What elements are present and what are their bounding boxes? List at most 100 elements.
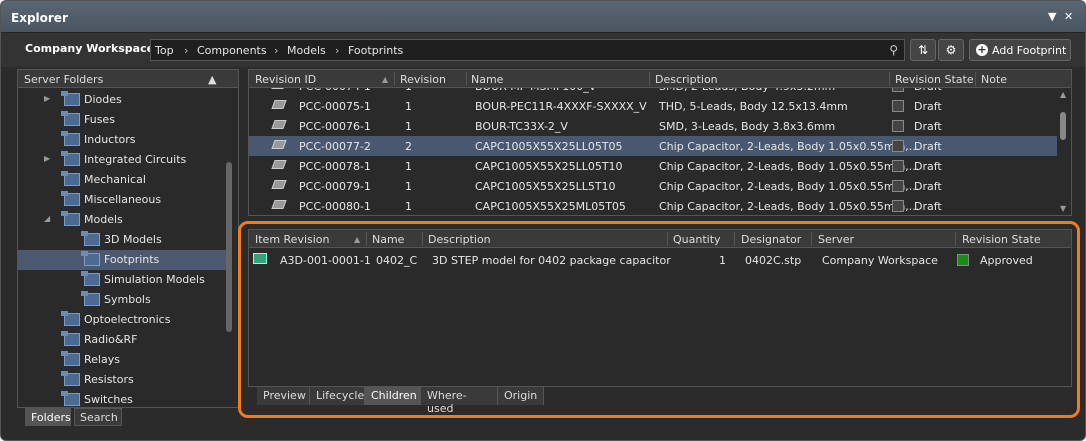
cell-revision: 2 [405,140,412,153]
breadcrumb-top[interactable]: Top [155,44,174,57]
table-row[interactable]: PCC-00075-1 1 BOUR-PEC11R-4XXXF-SXXXX_V THD… [249,96,1057,116]
tab-folders[interactable]: Folders [25,408,71,426]
explorer-window: Explorer ▼ ✕ Company Workspace ▾ Top › C… [0,0,1086,441]
sidebar-item-resistors[interactable]: Resistors [18,370,228,390]
pin-icon[interactable]: ▼ [1048,10,1056,23]
folder-icon [61,391,80,406]
window-title: Explorer [11,11,68,25]
cell-item-revision: A3D-001-0001-1 [280,254,371,267]
cell-revision: 1 [405,88,412,93]
revisions-rows: PCC-00074-1 1 BOUR-MF-MSMF100_V SMD, 2-Lead… [249,88,1057,216]
revisions-scrollbar[interactable] [1060,112,1066,140]
folder-icon [61,331,80,346]
scroll-up-icon[interactable]: ▲ [1060,90,1066,99]
children-grid: Item Revision ▲ Name Description Quantit… [248,229,1072,387]
sidebar-item-models[interactable]: ◢ Models [18,210,228,230]
sidebar-item-label: 3D Models [104,233,162,246]
sidebar-item-footprints[interactable]: Footprints [18,250,228,270]
folder-icon [61,351,80,366]
sidebar-item-diodes[interactable]: ▶ Diodes [18,90,228,110]
footprint-icon [271,140,287,149]
tab-where-used[interactable]: Where-used [421,387,498,415]
sidebar-item-label: Diodes [84,93,122,106]
col-revision-id[interactable]: Revision ID [255,73,316,86]
folder-icon [81,291,100,306]
col-name[interactable]: Name [471,73,503,86]
col-revision-state[interactable]: Revision State [895,73,974,86]
sidebar-item-label: Relays [84,353,120,366]
table-row[interactable]: PCC-00076-1 1 BOUR-TC33X-2_V SMD, 3-Leads, … [249,116,1057,136]
table-row[interactable]: PCC-00074-1 1 BOUR-MF-MSMF100_V SMD, 2-Lead… [249,88,1057,96]
sidebar-item-miscellaneous[interactable]: Miscellaneous [18,190,228,210]
breadcrumb-models[interactable]: Models [287,44,326,57]
col-revision[interactable]: Revision [400,73,446,86]
col-child-revision-state[interactable]: Revision State [962,233,1041,246]
col-note[interactable]: Note [981,73,1007,86]
sidebar-item-symbols[interactable]: Symbols [18,290,228,310]
sidebar-item-radio-rf[interactable]: Radio&RF [18,330,228,350]
expand-icon[interactable]: ▶ [44,154,50,163]
state-checkbox[interactable] [892,100,904,112]
refresh-button[interactable]: ⇅ [910,39,936,61]
tab-search[interactable]: Search [74,408,122,426]
cell-revision-id: PCC-00076-1 [299,120,371,133]
expand-icon[interactable]: ◢ [44,214,50,223]
sidebar-item-optoelectronics[interactable]: Optoelectronics [18,310,228,330]
col-quantity[interactable]: Quantity [673,233,721,246]
cell-description: SMD, 3-Leads, Body 3.8x3.6mm [659,120,836,133]
breadcrumb-footprints[interactable]: Footprints [348,44,403,57]
tab-preview[interactable]: Preview [257,387,310,405]
workspace-selector[interactable]: Company Workspace ▾ [25,42,163,55]
sidebar-item-relays[interactable]: Relays [18,350,228,370]
sidebar-item-inductors[interactable]: Inductors [18,130,228,150]
3d-model-icon [253,253,267,264]
table-row[interactable]: PCC-00078-1 1 CAPC1005X55X25LL05T10 Chip Ca… [249,156,1057,176]
state-checkbox[interactable] [892,120,904,132]
sort-up-icon[interactable]: ▲ [208,73,216,86]
sidebar-item-mechanical[interactable]: Mechanical [18,170,228,190]
col-child-description[interactable]: Description [428,233,491,246]
col-item-revision[interactable]: Item Revision [255,233,330,246]
tab-children[interactable]: Children [365,387,421,405]
sidebar-item-switches[interactable]: Switches [18,390,228,410]
scroll-down-icon[interactable]: ▼ [1060,204,1066,213]
state-checkbox[interactable] [892,180,904,192]
col-description[interactable]: Description [655,73,718,86]
state-checkbox[interactable] [892,140,904,152]
col-designator[interactable]: Designator [741,233,801,246]
sidebar-item-3d-models[interactable]: 3D Models [18,230,228,250]
sidebar-item-integrated-circuits[interactable]: ▶ Integrated Circuits [18,150,228,170]
toolbar: Company Workspace ▾ Top › Components › M… [1,33,1085,67]
left-scrollbar[interactable] [226,162,232,332]
cell-revision-id: PCC-00077-2 [299,140,371,153]
col-child-name[interactable]: Name [372,233,404,246]
sidebar-item-fuses[interactable]: Fuses [18,110,228,130]
state-checkbox[interactable] [892,160,904,172]
folder-icon [61,371,80,386]
cell-description: Chip Capacitor, 2-Leads, Body 1.05x0.55m… [659,140,920,153]
cell-revision-state: Draft [914,120,942,133]
search-icon[interactable]: ⚲ [889,43,898,57]
tab-origin[interactable]: Origin [498,387,544,405]
sidebar-item-label: Inductors [84,133,136,146]
settings-button[interactable]: ⚙ [938,39,964,61]
sidebar-item-label: Symbols [104,293,151,306]
close-icon[interactable]: ✕ [1064,10,1073,23]
expand-icon[interactable]: ▶ [44,94,50,103]
breadcrumb-components[interactable]: Components [197,44,267,57]
tab-lifecycle[interactable]: Lifecycle [310,387,365,405]
table-row[interactable]: A3D-001-0001-1 0402_C 3D STEP model for … [249,250,1071,270]
table-row[interactable]: PCC-00080-1 1 CAPC1005X55X25ML05T05 Chip Ca… [249,196,1057,216]
sidebar-item-simulation-models[interactable]: Simulation Models [18,270,228,290]
cell-revision-state: Draft [914,100,942,113]
table-row[interactable]: PCC-00077-2 2 CAPC1005X55X25LL05T05 Chip Ca… [249,136,1057,156]
state-checkbox[interactable] [892,88,904,92]
col-server[interactable]: Server [818,233,854,246]
cell-revision-id: PCC-00075-1 [299,100,371,113]
state-checkbox[interactable] [892,200,904,212]
cell-description: Chip Capacitor, 2-Leads, Body 1.05x0.55m… [659,180,920,193]
title-bar: Explorer ▼ ✕ [1,1,1085,33]
gear-icon: ⚙ [945,43,957,57]
table-row[interactable]: PCC-00079-1 1 CAPC1005X55X25LL5T10 Chip Cap… [249,176,1057,196]
add-footprint-button[interactable]: + Add Footprint [969,39,1071,61]
